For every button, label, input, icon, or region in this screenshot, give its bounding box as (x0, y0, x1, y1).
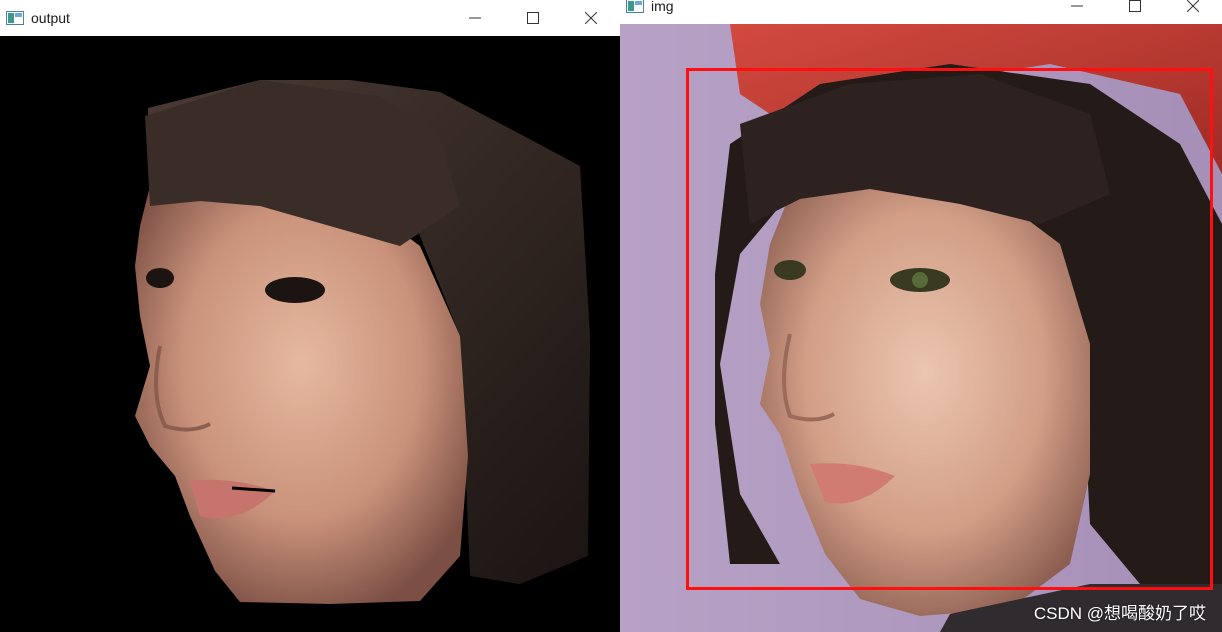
face-detection-box (686, 68, 1213, 590)
close-button[interactable] (1164, 0, 1222, 24)
img-window-title: img (651, 0, 674, 14)
close-icon (1187, 0, 1199, 12)
minimize-icon (1071, 5, 1083, 7)
cropped-face-image (0, 36, 620, 632)
app-window-icon (6, 11, 24, 25)
minimize-button[interactable] (1048, 0, 1106, 24)
close-button[interactable] (562, 0, 620, 36)
maximize-button[interactable] (504, 0, 562, 36)
maximize-button[interactable] (1106, 0, 1164, 24)
maximize-icon (1129, 0, 1141, 12)
maximize-icon (527, 12, 539, 24)
output-canvas (0, 36, 620, 632)
img-window: img CSDN @想喝酸奶了哎 (620, 0, 1222, 632)
output-window: output (0, 0, 620, 632)
watermark: CSDN @想喝酸奶了哎 (1033, 604, 1206, 623)
img-titlebar[interactable]: img (620, 0, 1222, 25)
img-canvas: CSDN @想喝酸奶了哎 (620, 24, 1222, 632)
minimize-icon (469, 17, 481, 19)
minimize-button[interactable] (446, 0, 504, 36)
close-icon (585, 12, 597, 24)
app-window-icon (626, 0, 644, 13)
output-titlebar[interactable]: output (0, 0, 620, 37)
output-window-title: output (31, 10, 70, 26)
